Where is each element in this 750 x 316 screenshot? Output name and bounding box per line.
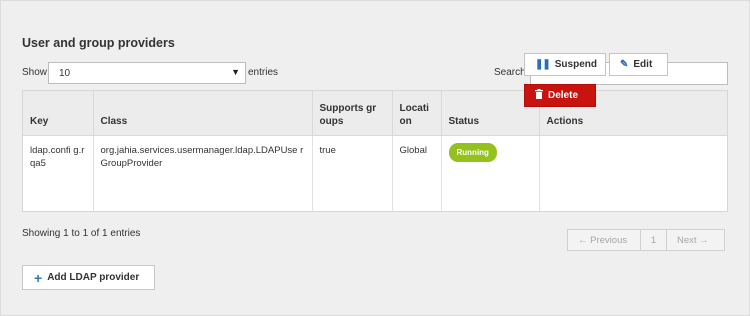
column-header-supports-groups[interactable]: Supports gr oups (312, 91, 393, 136)
entries-label: entries (248, 67, 279, 78)
table-info: Showing 1 to 1 of 1 entries (22, 228, 141, 239)
delete-button[interactable]: Delete (524, 84, 596, 107)
edit-button[interactable]: ✎ Edit (609, 53, 668, 76)
next-page-button[interactable]: Next → (667, 230, 724, 250)
trash-icon (535, 89, 543, 102)
plus-icon: + (34, 269, 43, 286)
entries-per-page-value: 10 (59, 68, 71, 79)
edit-label: Edit (633, 59, 653, 70)
caret-down-icon: ▼ (231, 67, 240, 77)
column-header-key[interactable]: Key (23, 91, 94, 136)
page-number-button[interactable]: 1 (641, 230, 667, 250)
pencil-icon: ✎ (620, 59, 629, 70)
table-header-row: Key Class Supports gr oups Locati on Sta… (23, 91, 727, 136)
status-badge: Running (448, 142, 497, 162)
cell-location: Global (392, 135, 442, 211)
previous-page-button[interactable]: ← Previous (568, 230, 641, 250)
cell-class: org.jahia.services.usermanager.ldap.LDAP… (93, 135, 313, 211)
add-ldap-provider-label: Add LDAP provider (47, 272, 140, 283)
pause-icon: ❚❚ (535, 59, 551, 70)
providers-table: Key Class Supports gr oups Locati on Sta… (22, 90, 728, 212)
suspend-label: Suspend (554, 59, 597, 70)
cell-key: ldap.confi g.rqa5 (23, 135, 94, 211)
section-title: User and group providers (22, 36, 175, 50)
providers-panel: User and group providers Show 10 ▼ entri… (0, 0, 750, 316)
cell-actions (539, 135, 727, 211)
column-header-location[interactable]: Locati on (392, 91, 442, 136)
show-label: Show (22, 67, 48, 78)
entries-per-page-select[interactable]: 10 ▼ (48, 62, 246, 84)
add-ldap-provider-button[interactable]: + Add LDAP provider (22, 265, 155, 290)
delete-label: Delete (548, 90, 579, 101)
cell-status: Running (441, 135, 540, 211)
cell-supports-groups: true (312, 135, 393, 211)
table-row: ldap.confi g.rqa5 org.jahia.services.use… (23, 135, 727, 211)
column-header-class[interactable]: Class (93, 91, 313, 136)
suspend-button[interactable]: ❚❚ Suspend (524, 53, 606, 76)
pagination: ← Previous 1 Next → (567, 229, 725, 251)
